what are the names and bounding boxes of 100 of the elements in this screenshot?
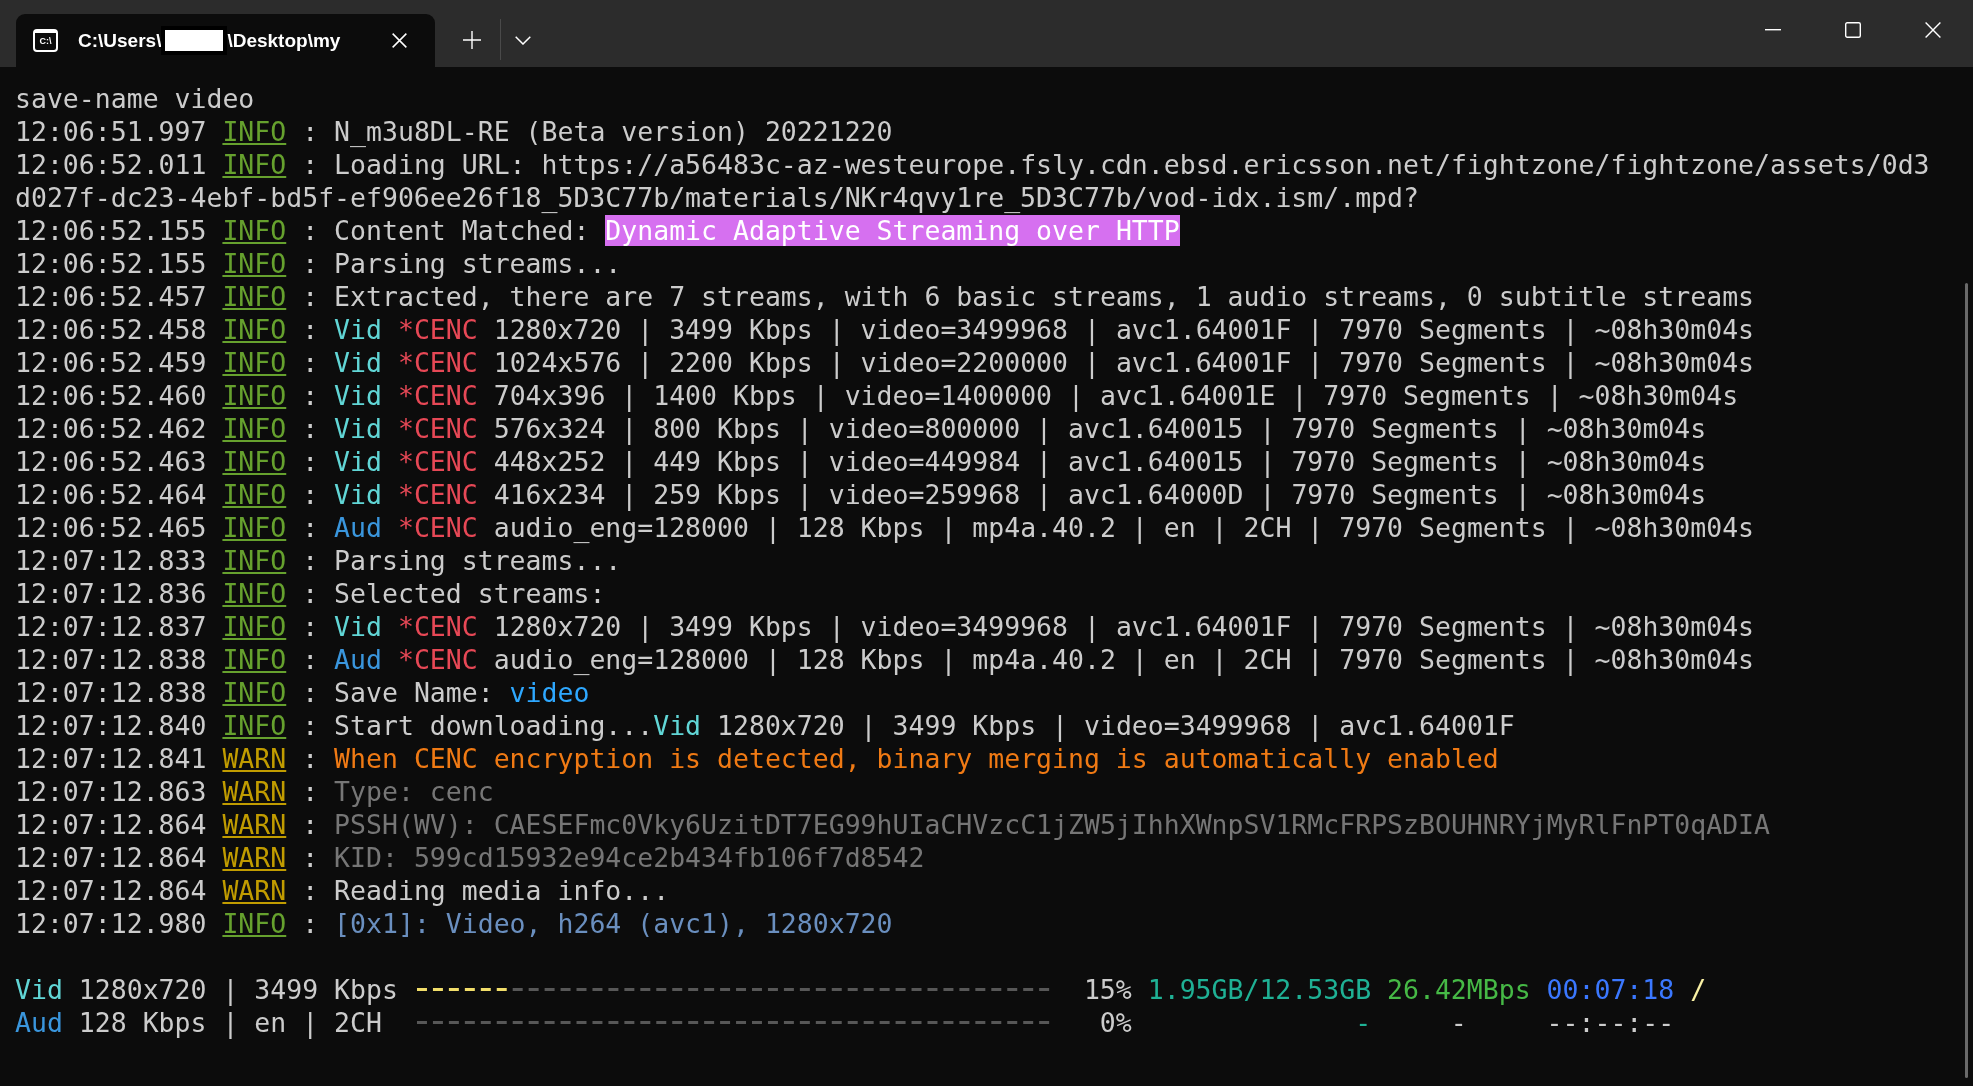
plus-icon	[463, 31, 481, 49]
stream-description: 1280x720 | 3499 Kbps	[78, 973, 398, 1006]
download-speed: -	[1450, 1006, 1467, 1039]
log-message: Extracted, there are 7 streams, with 6 basic streams, 1 audio streams, 0 subtitle streams	[334, 281, 1755, 312]
log-message: 448x252 | 449 Kbps | video=449984 | avc1.640015 | 7970 Segments | ~08h30m04s	[493, 446, 1707, 477]
timestamp: 12:06:52.457	[15, 281, 207, 312]
colon-separator: :	[302, 347, 319, 378]
log-message: KID: 599cd15932e94ce2b434fb106f7d8542	[334, 842, 925, 873]
log-message: Reading media info...	[334, 875, 670, 906]
timestamp: 12:07:12.980	[15, 908, 207, 939]
log-level: INFO	[222, 149, 287, 180]
log-message: Loading URL: https://a56483c-az-westeurope.fsly.cdn.ebsd.ericsson.net/fightzone/fightzone/assets/0d3	[334, 149, 1930, 180]
colon-separator: :	[302, 611, 319, 642]
close-icon	[391, 33, 407, 48]
log-message: N_m3u8DL-RE (Beta version) 20221220	[334, 116, 893, 147]
log-level: WARN	[222, 743, 287, 774]
colon-separator: :	[302, 314, 319, 345]
colon-separator: :	[302, 776, 319, 807]
colon-separator: :	[302, 149, 319, 180]
log-level: INFO	[222, 281, 287, 312]
log-level: INFO	[222, 545, 287, 576]
log-message: 416x234 | 259 Kbps | video=259968 | avc1.64000D | 7970 Segments | ~08h30m04s	[493, 479, 1707, 510]
log-message: PSSH(WV): CAESEFmc0Vky6UzitDT7EG99hUIaCHVzcC1jZW5jIhhXWnpSV1RMcFRPSzBOUHNRYjMyRlFnPT0qADIA	[334, 809, 1770, 840]
timestamp: 12:07:12.863	[15, 776, 207, 807]
timestamp: 12:07:12.840	[15, 710, 207, 741]
log-level: INFO	[222, 512, 287, 543]
log-level: INFO	[222, 644, 287, 675]
stream-type: Vid	[653, 710, 702, 741]
colon-separator: :	[302, 215, 319, 246]
timestamp: 12:07:12.864	[15, 875, 207, 906]
timestamp: 12:06:52.458	[15, 314, 207, 345]
colon-separator: :	[302, 281, 319, 312]
encryption-tag: *CENC	[397, 611, 478, 642]
percent-text: 0%	[1099, 1006, 1132, 1039]
spinner-glyph: /	[1690, 973, 1707, 1006]
encryption-tag: *CENC	[397, 413, 478, 444]
log-level: INFO	[222, 380, 287, 411]
timestamp: 12:06:52.463	[15, 446, 207, 477]
stream-type: Aud	[334, 512, 382, 543]
log-level: WARN	[222, 776, 287, 807]
timestamp: 12:07:12.833	[15, 545, 207, 576]
console-icon: C:\	[33, 29, 58, 52]
encryption-tag: *CENC	[397, 512, 478, 543]
log-message: Parsing streams...	[334, 248, 622, 279]
warning-message: When CENC encryption is detected, binary merging is automatically enabled	[334, 743, 1499, 774]
stream-description: 128 Kbps | en | 2CH	[78, 1006, 382, 1039]
timestamp: 12:07:12.864	[15, 809, 207, 840]
log-message: 576x324 | 800 Kbps | video=800000 | avc1.640015 | 7970 Segments | ~08h30m04s	[493, 413, 1707, 444]
encryption-tag: *CENC	[397, 314, 478, 345]
encryption-tag: *CENC	[397, 380, 478, 411]
stream-type: Vid	[334, 380, 382, 411]
log-level: WARN	[222, 842, 287, 873]
log-message: Save Name:	[334, 677, 494, 708]
colon-separator: :	[302, 248, 319, 279]
colon-separator: :	[302, 116, 319, 147]
timestamp: 12:06:52.462	[15, 413, 207, 444]
colon-separator: :	[302, 479, 319, 510]
log-message: 1280x720 | 3499 Kbps | video=3499968 | avc1.64001F	[717, 710, 1515, 741]
stream-type: Aud	[15, 1006, 63, 1039]
stream-type: Vid	[334, 413, 382, 444]
colon-separator: :	[302, 710, 319, 741]
media-info: [0x1]: Video, h264 (avc1), 1280x720	[334, 908, 893, 939]
colon-separator: :	[302, 512, 319, 543]
log-level: INFO	[222, 248, 287, 279]
log-message: audio_eng=128000 | 128 Kbps | mp4a.40.2 | en | 2CH | 7970 Segments | ~08h30m04s	[493, 512, 1755, 543]
encryption-tag: *CENC	[397, 446, 478, 477]
stream-type: Vid	[334, 479, 382, 510]
log-level: INFO	[222, 578, 287, 609]
stream-type: Vid	[334, 347, 382, 378]
stream-type: Vid	[334, 314, 382, 345]
log-level: WARN	[222, 875, 287, 906]
log-level: INFO	[222, 116, 287, 147]
log-message: d027f-dc23-4ebf-bd5f-ef906ee26f18_5D3C77b/materials/NKr4qvy1re_5D3C77b/vod-idx.ism/.mpd?	[15, 182, 1419, 213]
log-message: 1280x720 | 3499 Kbps | video=3499968 | avc1.64001F | 7970 Segments | ~08h30m04s	[493, 611, 1755, 642]
log-message: 1024x576 | 2200 Kbps | video=2200000 | avc1.64001F | 7970 Segments | ~08h30m04s	[493, 347, 1755, 378]
encryption-tag: *CENC	[397, 644, 478, 675]
log-level: INFO	[222, 908, 287, 939]
timestamp: 12:07:12.837	[15, 611, 207, 642]
stream-type: Vid	[15, 973, 63, 1006]
minimize-icon	[1765, 29, 1781, 31]
log-message: Start downloading...	[334, 710, 654, 741]
elapsed-time: 00:07:18	[1546, 973, 1675, 1006]
log-level: WARN	[222, 809, 287, 840]
log-level: INFO	[222, 611, 287, 642]
chevron-down-icon	[515, 35, 531, 45]
log-level: INFO	[222, 314, 287, 345]
colon-separator: :	[302, 743, 319, 774]
downloaded-size: 1.95GB/12.53GB	[1147, 973, 1372, 1006]
log-level: INFO	[222, 347, 287, 378]
terminal-tab[interactable]: C:\ C:\Users\ \Desktop\my	[16, 14, 435, 67]
log-message: 1280x720 | 3499 Kbps | video=3499968 | avc1.64001F | 7970 Segments | ~08h30m04s	[493, 314, 1755, 345]
timestamp: 12:06:52.011	[15, 149, 207, 180]
colon-separator: :	[302, 545, 319, 576]
timestamp: 12:07:12.841	[15, 743, 207, 774]
colon-separator: :	[302, 578, 319, 609]
timestamp: 12:06:52.465	[15, 512, 207, 543]
colon-separator: :	[302, 644, 319, 675]
colon-separator: :	[302, 446, 319, 477]
log-message: Content Matched:	[334, 215, 590, 246]
file-name: video	[509, 677, 590, 708]
